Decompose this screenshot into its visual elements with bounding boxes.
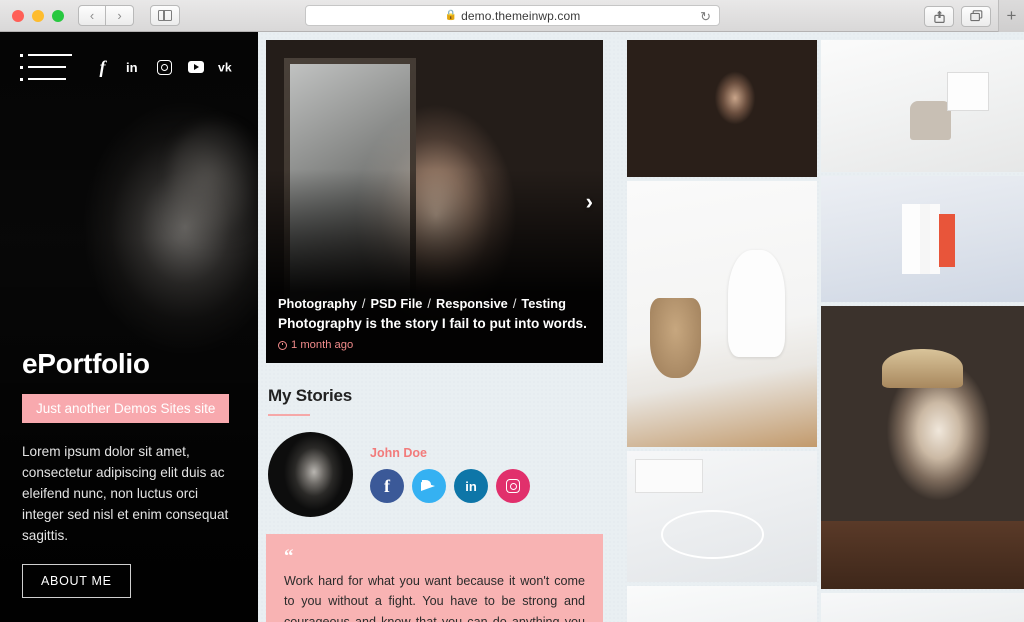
author-details: John Doe f in: [370, 446, 530, 503]
facebook-icon[interactable]: f: [370, 469, 404, 503]
gallery-item-desk-chair[interactable]: [821, 40, 1024, 173]
my-stories-section-header: My Stories: [266, 386, 603, 416]
quote-mark-icon: “: [284, 546, 294, 567]
category-link[interactable]: Responsive: [436, 296, 508, 311]
lock-icon: 🔒: [444, 10, 458, 21]
share-button[interactable]: [924, 5, 954, 27]
photo-gallery: [627, 40, 1024, 622]
address-bar[interactable]: 🔒 demo.themeinwp.com ↻: [305, 5, 720, 26]
page-content: in vk ePortfolio Just another Demos Site…: [0, 32, 1024, 622]
slider-next-button[interactable]: ›: [586, 190, 593, 213]
window-controls[interactable]: [12, 9, 64, 22]
gallery-item-window-portrait[interactable]: [627, 40, 817, 178]
forward-button[interactable]: ›: [106, 5, 134, 26]
vk-icon[interactable]: vk: [218, 59, 235, 76]
instagram-icon[interactable]: [496, 469, 530, 503]
close-window-button[interactable]: [12, 9, 24, 22]
author-social-links[interactable]: f in: [370, 469, 530, 503]
about-description: Lorem ipsum dolor sit amet, consectetur …: [22, 443, 229, 543]
gallery-item-books[interactable]: [821, 176, 1024, 303]
toolbar-right: +: [924, 0, 1024, 32]
sidebar-header: in vk: [0, 32, 258, 102]
facebook-icon[interactable]: [94, 59, 111, 76]
minimize-window-button[interactable]: [32, 9, 44, 22]
featured-post-meta: 1 month ago: [278, 339, 591, 351]
post-date: 1 month ago: [291, 339, 354, 351]
author-name[interactable]: John Doe: [370, 446, 530, 460]
svg-text:vk: vk: [218, 61, 232, 74]
main-column: › Photography / PSD File / Responsive / Testin…: [266, 40, 603, 622]
featured-post-slider[interactable]: › Photography / PSD File / Responsive / Testin…: [266, 40, 603, 363]
svg-text:in: in: [126, 60, 138, 74]
site-title: ePortfolio: [22, 347, 150, 379]
category-link[interactable]: Testing: [521, 296, 566, 311]
category-link[interactable]: PSD File: [370, 296, 422, 311]
sidebar-toggle-icon: [158, 10, 172, 21]
url-text: demo.themeinwp.com: [461, 8, 581, 23]
browser-toolbar: ‹ › 🔒 demo.themeinwp.com ↻ +: [0, 0, 1024, 32]
youtube-icon[interactable]: [187, 59, 204, 76]
gallery-item-chair-basket[interactable]: [627, 181, 817, 448]
back-button[interactable]: ‹: [78, 5, 106, 26]
featured-post-categories[interactable]: Photography / PSD File / Responsive / Testing: [278, 296, 591, 311]
featured-post-title[interactable]: Photography is the story I fail to put i…: [278, 316, 591, 333]
sidebar-intro: ePortfolio Just another Demos Sites site…: [0, 348, 258, 622]
new-tab-button[interactable]: +: [998, 0, 1024, 32]
menu-toggle-button[interactable]: [20, 53, 72, 81]
linkedin-icon[interactable]: in: [125, 59, 142, 76]
featured-post-caption: Photography / PSD File / Responsive / Testing …: [266, 286, 603, 363]
site-tagline: Just another Demos Sites site: [22, 393, 230, 423]
section-title: My Stories: [268, 386, 352, 405]
twitter-icon[interactable]: [412, 469, 446, 503]
quote-block: “ Work hard for what you want because it…: [266, 534, 603, 622]
gallery-item-woman-sofa[interactable]: [821, 306, 1024, 590]
quote-text: Work hard for what you want because it w…: [284, 574, 585, 622]
gallery-item-blank-1[interactable]: [627, 586, 817, 622]
author-avatar: [268, 432, 353, 517]
category-link[interactable]: Photography: [278, 296, 357, 311]
linkedin-icon[interactable]: in: [454, 469, 488, 503]
reload-icon[interactable]: ↻: [700, 9, 711, 25]
hamburger-list-icon: [20, 53, 72, 57]
sidebar-social-links[interactable]: in vk: [94, 59, 235, 76]
about-me-button[interactable]: ABOUT ME: [22, 564, 131, 598]
section-underline: [268, 414, 310, 416]
gallery-column-right: [821, 40, 1024, 622]
navigation-buttons[interactable]: ‹ ›: [78, 5, 134, 26]
site-sidebar: in vk ePortfolio Just another Demos Site…: [0, 32, 258, 622]
sidebar-toggle-button[interactable]: [150, 5, 180, 26]
instagram-icon[interactable]: [156, 59, 173, 76]
tabs-icon: [969, 10, 982, 22]
gallery-column-left: [627, 40, 817, 622]
gallery-item-blank-2[interactable]: [821, 593, 1024, 622]
show-tabs-button[interactable]: [961, 5, 991, 27]
clock-icon: [278, 340, 287, 350]
share-icon: [933, 10, 945, 23]
author-block: John Doe f in: [266, 432, 603, 517]
gallery-item-earbuds[interactable]: [627, 451, 817, 583]
maximize-window-button[interactable]: [52, 9, 64, 22]
